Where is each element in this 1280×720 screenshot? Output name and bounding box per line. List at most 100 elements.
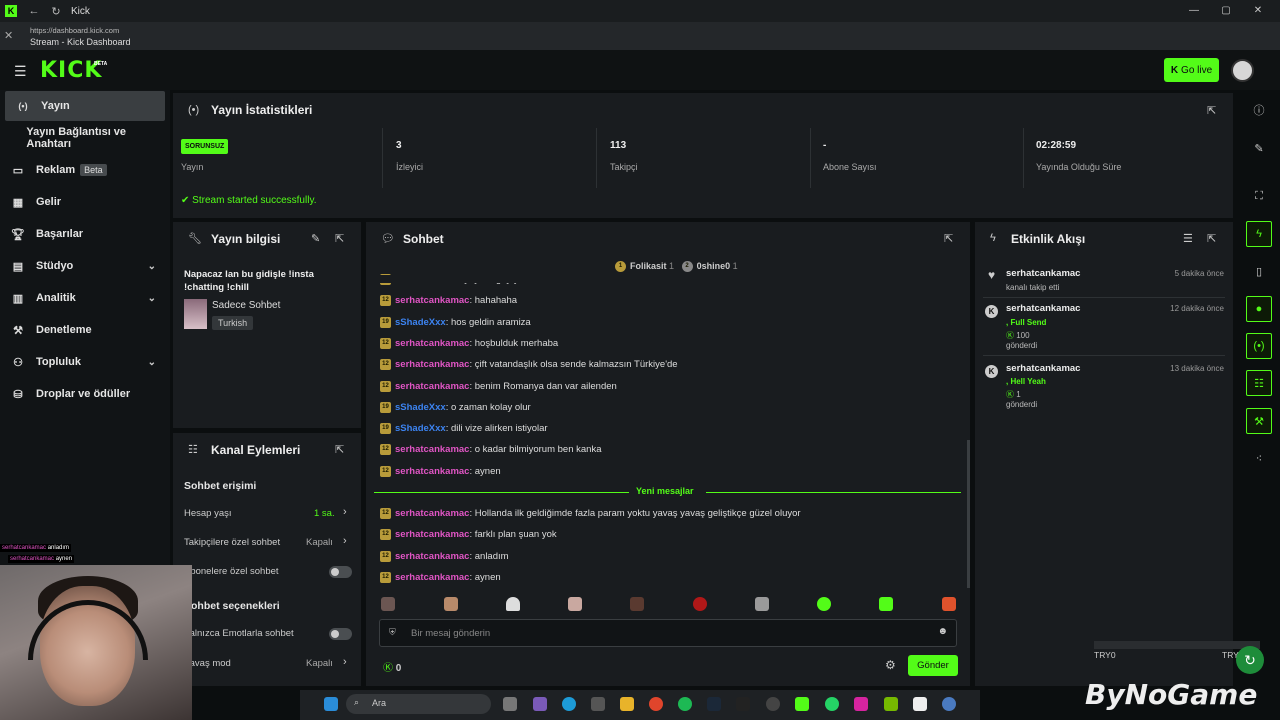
explorer-icon[interactable] [620, 697, 634, 711]
sidebar-item-studio[interactable]: ▤ Stüdyo ⌄ [0, 251, 170, 281]
obs-icon[interactable] [766, 697, 780, 711]
more-icon[interactable]: ⁖ [1246, 445, 1272, 471]
popout-icon[interactable]: ⇱ [335, 443, 344, 456]
document-icon[interactable]: ▯ [1246, 258, 1272, 284]
filter-icon[interactable]: ☰ [1183, 232, 1193, 245]
steam-icon[interactable] [707, 697, 721, 711]
chevron-right-icon[interactable]: › [343, 506, 347, 518]
chat-input[interactable]: ⛨ Bir mesaj gönderin ☻ [379, 619, 957, 647]
account-age-value[interactable]: 1 sa. [314, 508, 335, 519]
sidebar-item-community[interactable]: ⚇ Topluluk ⌄ [0, 347, 170, 377]
wrench-icon[interactable]: ⚒ [1246, 408, 1272, 434]
chevron-right-icon[interactable]: › [343, 656, 347, 668]
menu-icon[interactable]: ☰ [14, 63, 27, 80]
sidebar-item-stream[interactable]: (•) Yayın [5, 91, 165, 121]
chat-username[interactable]: sShadeXxx [395, 317, 446, 328]
emotes-only-toggle[interactable] [329, 628, 352, 640]
emoji-icon[interactable]: ☻ [937, 626, 948, 637]
top-chatter-name[interactable]: Folikasit [630, 261, 667, 271]
followers-only-value[interactable]: Kapalı [306, 537, 333, 548]
maximize-button[interactable]: ▢ [1210, 0, 1242, 22]
kick-taskbar-icon[interactable] [795, 697, 809, 711]
nvidia-icon[interactable] [884, 697, 898, 711]
sidebar-item-moderation[interactable]: ⚒ Denetleme [0, 315, 170, 345]
emote-icon[interactable] [755, 597, 769, 611]
whatsapp-icon[interactable] [825, 697, 839, 711]
sidebar-item-achievements[interactable]: 🏆︎ Başarılar [0, 219, 170, 249]
emote-icon[interactable] [817, 597, 831, 611]
taskview-icon[interactable] [503, 697, 517, 711]
chat-username[interactable]: serhatcankamac [395, 295, 469, 306]
broadcast-icon[interactable]: (•) [1246, 333, 1272, 359]
chat-username[interactable]: serhatcankamac [395, 529, 469, 540]
back-icon[interactable]: ← [23, 5, 45, 17]
url-text[interactable]: https://dashboard.kick.com [30, 26, 119, 35]
store-icon[interactable] [591, 697, 605, 711]
popout-icon[interactable]: ⇱ [944, 232, 953, 245]
chat-username[interactable]: serhatcankamac [395, 359, 469, 370]
app-icon[interactable] [942, 697, 956, 711]
subs-only-toggle[interactable] [329, 566, 352, 578]
reload-icon[interactable]: ↻ [45, 5, 67, 18]
edit-icon[interactable]: ✎ [311, 232, 320, 245]
emote-icon[interactable] [506, 597, 520, 611]
taskbar-search[interactable]: Ara [346, 694, 491, 714]
close-window-button[interactable]: ✕ [1242, 0, 1274, 22]
epic-games-icon[interactable] [736, 697, 750, 711]
activity-user[interactable]: serhatcankamac [1006, 363, 1080, 374]
chat-bubble-icon[interactable]: ● [1246, 296, 1272, 322]
popout-icon[interactable]: ⇱ [1207, 104, 1216, 117]
chat-username[interactable]: serhatcankamac [395, 551, 469, 562]
instagram-icon[interactable] [854, 697, 868, 711]
category-name[interactable]: Sadece Sohbet [212, 300, 280, 311]
chat-username[interactable]: serhatcankamac [395, 381, 469, 392]
slow-mode-value[interactable]: Kapalı [306, 658, 333, 669]
activity-user[interactable]: serhatcankamac [1006, 268, 1080, 279]
sidebar-item-ads[interactable]: ▭ Reklam Beta [0, 155, 170, 185]
kick-app-icon: K [5, 5, 17, 17]
list-icon[interactable]: ☷ [1246, 370, 1272, 396]
chat-username[interactable]: serhatcankamac [395, 338, 469, 349]
chat-username[interactable]: serhatcankamac [395, 572, 469, 583]
go-live-button[interactable]: K Go live [1164, 58, 1219, 82]
send-button[interactable]: Gönder [908, 655, 958, 676]
chrome-icon[interactable] [649, 697, 663, 711]
minimize-button[interactable]: — [1178, 0, 1210, 22]
user-avatar[interactable] [1231, 59, 1254, 82]
sidebar-item-analytics[interactable]: ▥ Analitik ⌄ [0, 283, 170, 313]
popout-icon[interactable]: ⇱ [1207, 232, 1216, 245]
windows-start-icon[interactable] [324, 697, 338, 711]
lightning-icon[interactable]: ϟ [1246, 221, 1272, 247]
fullscreen-icon[interactable]: ⛶ [1246, 183, 1272, 209]
emote-icon[interactable] [568, 597, 582, 611]
emote-icon[interactable] [444, 597, 458, 611]
edit-icon[interactable]: ✎ [1246, 135, 1272, 161]
chat-username[interactable]: sShadeXxx [395, 402, 446, 413]
emote-icon[interactable] [879, 597, 893, 611]
chevron-right-icon[interactable]: › [343, 535, 347, 547]
emote-icon[interactable] [381, 597, 395, 611]
sidebar-item-drops[interactable]: ⛁ Droplar ve ödüller [0, 379, 170, 409]
chat-username[interactable]: sShadeXxx [395, 423, 446, 434]
edge-icon[interactable] [562, 697, 576, 711]
widgets-icon[interactable] [533, 697, 547, 711]
top-chatter-name[interactable]: 0shine0 [697, 261, 731, 271]
settings-gear-icon[interactable]: ⚙ [885, 658, 896, 672]
sidebar-item-stream-key[interactable]: Yayın Bağlantısı ve Anahtarı [0, 123, 170, 153]
info-icon[interactable]: ⓘ [1246, 97, 1272, 123]
emote-icon[interactable] [630, 597, 644, 611]
spotify-icon[interactable] [678, 697, 692, 711]
chat-scrollbar[interactable] [967, 440, 970, 588]
emote-icon[interactable] [693, 597, 707, 611]
chat-username[interactable]: serhatcankamac [395, 444, 469, 455]
chat-username[interactable]: serhatcankamac [395, 466, 469, 477]
popout-icon[interactable]: ⇱ [335, 232, 344, 245]
emote-icon[interactable] [942, 597, 956, 611]
sidebar-item-revenue[interactable]: ▦ Gelir [0, 187, 170, 217]
refresh-icon[interactable]: ↻ [1236, 646, 1264, 674]
close-icon[interactable]: ✕ [4, 29, 13, 42]
chat-username[interactable]: serhatcankamac [395, 508, 469, 519]
subscriber-badge: 12 [380, 550, 391, 562]
activity-user[interactable]: serhatcankamac [1006, 303, 1080, 314]
app-g-icon[interactable] [913, 697, 927, 711]
